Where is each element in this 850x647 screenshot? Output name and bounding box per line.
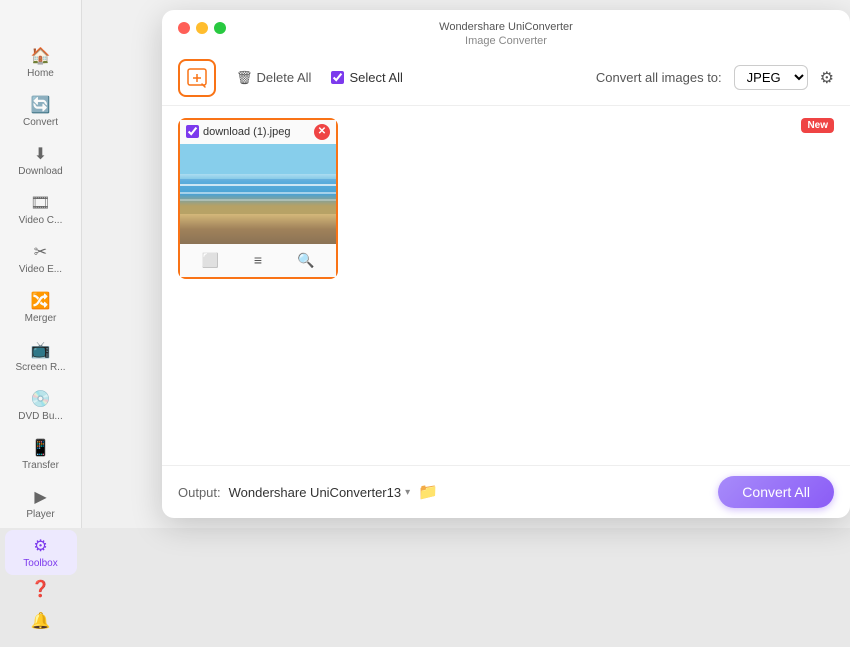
sidebar-item-toolbox-label: Toolbox	[23, 558, 57, 569]
minimize-button[interactable]	[196, 22, 208, 34]
sidebar-item-dvd[interactable]: 💿 DVD Bu...	[5, 383, 77, 428]
screen-icon: 📺	[31, 340, 51, 360]
image-card: download (1).jpeg ✕ ⬜ ≡ 🔍	[178, 118, 338, 279]
maximize-button[interactable]	[214, 22, 226, 34]
preview-button[interactable]: 🔍	[291, 250, 320, 271]
video-compress-icon: 🎞	[30, 193, 50, 213]
new-badge: New	[801, 118, 834, 133]
convert-all-button[interactable]: Convert All	[718, 476, 834, 508]
window-title: Wondershare UniConverter Image Converter	[439, 20, 573, 49]
convert-all-images-label: Convert all images to:	[596, 70, 722, 85]
select-all-checkbox[interactable]	[331, 71, 344, 84]
sidebar-item-screen-label: Screen R...	[15, 362, 65, 373]
help-icon[interactable]: ❓	[31, 579, 51, 599]
toolbox-icon: ⚙	[33, 536, 47, 556]
toolbar: 🗑 Delete All Select All Convert all imag…	[162, 53, 850, 106]
add-file-button[interactable]	[178, 59, 216, 97]
select-all-label: Select All	[349, 70, 402, 85]
open-folder-button[interactable]: 📁	[418, 482, 438, 502]
output-label: Output:	[178, 485, 221, 500]
output-path-button[interactable]: Wondershare UniConverter13 ▾	[229, 485, 411, 500]
remove-image-button[interactable]: ✕	[314, 124, 330, 140]
sidebar-item-convert[interactable]: 🔄 Convert	[5, 89, 77, 134]
dvd-icon: 💿	[31, 389, 51, 409]
home-icon: 🏠	[31, 46, 51, 66]
sidebar-item-video-edit[interactable]: ✂ Video E...	[5, 236, 77, 281]
delete-all-button[interactable]: 🗑 Delete All	[228, 66, 319, 90]
sidebar: 🏠 Home 🔄 Convert ⬇ Download 🎞 Video C...…	[0, 0, 82, 528]
wave-overlay	[180, 174, 336, 214]
sidebar-item-dvd-label: DVD Bu...	[18, 411, 62, 422]
close-button[interactable]	[178, 22, 190, 34]
footer: Output: Wondershare UniConverter13 ▾ 📁 C…	[162, 465, 850, 518]
sidebar-item-merger-label: Merger	[25, 313, 57, 324]
image-card-actions: ⬜ ≡ 🔍	[180, 244, 336, 277]
sidebar-item-player[interactable]: ▶ Player	[5, 481, 77, 526]
chevron-down-icon: ▾	[405, 487, 410, 498]
trash-icon: 🗑	[236, 70, 253, 86]
select-all-checkbox-label[interactable]: Select All	[331, 70, 402, 85]
player-icon: ▶	[34, 487, 46, 507]
image-filename: download (1).jpeg	[203, 126, 310, 138]
app-subtitle: Image Converter	[439, 34, 573, 48]
download-icon: ⬇	[34, 144, 47, 164]
bell-icon[interactable]: 🔔	[31, 611, 51, 631]
traffic-lights	[178, 22, 226, 34]
titlebar: Wondershare UniConverter Image Converter	[162, 10, 850, 53]
convert-icon: 🔄	[31, 95, 51, 115]
delete-all-label: Delete All	[257, 70, 312, 85]
sidebar-item-merger[interactable]: 🔀 Merger	[5, 285, 77, 330]
image-thumbnail	[180, 144, 336, 244]
content-area: New download (1).jpeg ✕ ⬜ ≡ 🔍	[162, 106, 850, 465]
sidebar-item-transfer[interactable]: 📱 Transfer	[5, 432, 77, 477]
modal-window: Wondershare UniConverter Image Converter…	[162, 10, 850, 518]
image-checkbox[interactable]	[186, 125, 199, 138]
sidebar-item-transfer-label: Transfer	[22, 460, 59, 471]
format-selector[interactable]: JPEG PNG BMP TIFF GIF WebP	[734, 65, 808, 90]
sidebar-item-player-label: Player	[26, 509, 54, 520]
main-area: 👤 🎧 Wondershare UniConverter Image Conve…	[82, 0, 850, 528]
sidebar-item-video-edit-label: Video E...	[19, 264, 62, 275]
output-settings-button[interactable]: ⚙	[820, 68, 834, 88]
sidebar-item-home-label: Home	[27, 68, 54, 79]
sidebar-bottom: ❓ 🔔	[31, 579, 51, 647]
app-name: Wondershare UniConverter	[439, 20, 573, 34]
transfer-icon: 📱	[31, 438, 51, 458]
sidebar-item-download[interactable]: ⬇ Download	[5, 138, 77, 183]
video-edit-icon: ✂	[34, 242, 47, 262]
merger-icon: 🔀	[31, 291, 51, 311]
output-path-text: Wondershare UniConverter13	[229, 485, 401, 500]
sidebar-item-home[interactable]: 🏠 Home	[5, 40, 77, 85]
foam-lines	[180, 184, 336, 186]
settings-button[interactable]: ≡	[248, 250, 268, 271]
sidebar-item-video-compress[interactable]: 🎞 Video C...	[5, 187, 77, 232]
sidebar-item-video-compress-label: Video C...	[19, 215, 63, 226]
sidebar-item-convert-label: Convert	[23, 117, 58, 128]
sidebar-item-toolbox[interactable]: ⚙ Toolbox	[5, 530, 77, 575]
sidebar-item-screen[interactable]: 📺 Screen R...	[5, 334, 77, 379]
crop-button[interactable]: ⬜	[195, 250, 224, 271]
image-card-header: download (1).jpeg ✕	[180, 120, 336, 144]
sidebar-item-download-label: Download	[18, 166, 62, 177]
